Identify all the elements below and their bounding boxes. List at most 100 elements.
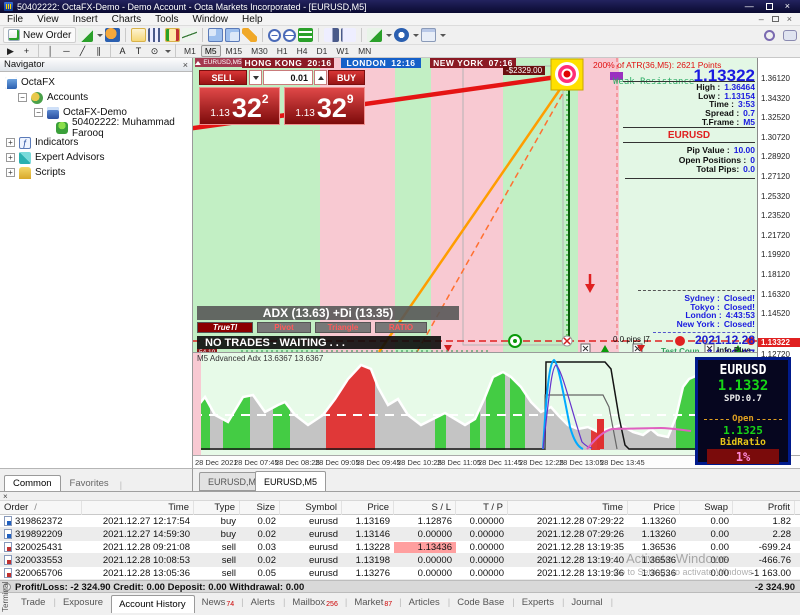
data-window-icon[interactable] — [242, 28, 258, 42]
timeframe-d1[interactable]: D1 — [312, 45, 331, 57]
periods-icon[interactable] — [394, 28, 410, 42]
main-chart[interactable]: EURUSD,M5 HONG KONG 20:16 LONDON 12:16 NEW… — [193, 58, 757, 352]
tab-trade[interactable]: Trade — [14, 594, 53, 611]
tree-item-account-50402222[interactable]: 50402222: Muhammad Farooq — [0, 117, 192, 139]
collapse-expander-icon[interactable]: − — [34, 108, 43, 117]
timeframe-h1[interactable]: H1 — [273, 45, 292, 57]
tab-alerts[interactable]: Alerts — [244, 594, 283, 611]
vline-tool[interactable]: │ — [43, 45, 58, 57]
templates-caret-icon[interactable] — [440, 33, 447, 37]
collapse-expander-icon[interactable]: − — [18, 93, 27, 102]
tab-code-base[interactable]: Code Base — [450, 594, 512, 611]
buy-button[interactable]: BUY — [328, 70, 365, 85]
navigator-tab-common[interactable]: Common — [4, 475, 61, 491]
menu-help[interactable]: Help — [235, 13, 270, 26]
truetl-button[interactable]: TrueTl — [197, 322, 253, 333]
new-chart-icon[interactable] — [78, 28, 94, 42]
expand-expander-icon[interactable]: + — [6, 168, 15, 177]
shapes-caret-icon[interactable] — [165, 49, 171, 53]
templates-icon[interactable] — [421, 28, 437, 42]
table-row[interactable]: 319862372 2021.12.27 12:17:54 buy 0.02 e… — [0, 515, 800, 528]
chart-symbol-mini-tab[interactable]: EURUSD,M5 — [195, 58, 242, 67]
tree-item-scripts[interactable]: + Scripts — [0, 165, 192, 180]
terminal-close-icon[interactable]: × — [3, 492, 8, 501]
ratio-button[interactable]: RATIO — [375, 322, 427, 333]
terminal-splitter[interactable]: × — [0, 492, 800, 501]
menu-charts[interactable]: Charts — [105, 13, 148, 26]
close-button[interactable]: × — [785, 2, 790, 11]
table-row[interactable]: 319892209 2021.12.27 14:59:30 buy 0.02 e… — [0, 528, 800, 541]
child-close-button[interactable]: × — [787, 14, 792, 24]
search-icon[interactable] — [764, 29, 775, 41]
timeframe-m1[interactable]: M1 — [180, 45, 200, 57]
tree-item-octafx[interactable]: OctaFX — [0, 75, 192, 90]
tab-experts[interactable]: Experts — [515, 594, 562, 611]
market-watch-grid-icon[interactable] — [298, 28, 314, 42]
volume-up-button[interactable] — [314, 70, 327, 85]
tab-market[interactable]: Market 87 — [347, 594, 399, 611]
timeframe-m15[interactable]: M15 — [222, 45, 247, 57]
periods-caret-icon[interactable] — [413, 33, 420, 37]
tab-account-history[interactable]: Account History — [111, 594, 195, 613]
tile-windows-icon[interactable] — [208, 28, 224, 42]
zoom-out-icon[interactable] — [283, 28, 297, 42]
hline-tool[interactable]: ─ — [59, 45, 74, 57]
line-chart-icon[interactable] — [182, 28, 198, 42]
indicators-icon[interactable] — [367, 28, 383, 42]
navigator-close-icon[interactable]: × — [183, 60, 188, 70]
tab-exposure[interactable]: Exposure — [56, 594, 111, 611]
tree-item-expert-advisors[interactable]: + Expert Advisors — [0, 150, 192, 165]
expand-expander-icon[interactable]: + — [6, 138, 15, 147]
sub-band-pink — [193, 353, 201, 455]
menu-file[interactable]: File — [0, 13, 30, 26]
timeframe-w1[interactable]: W1 — [332, 45, 353, 57]
shapes-tool[interactable]: ⊙ — [147, 45, 162, 57]
candlestick-chart-icon[interactable] — [165, 28, 181, 42]
timeframe-mn[interactable]: MN — [354, 45, 375, 57]
indicators-caret-icon[interactable] — [386, 33, 393, 37]
navigator-tab-favorites[interactable]: Favorites — [61, 475, 118, 491]
pivot-button[interactable]: Pivot — [257, 322, 311, 333]
profiles-icon[interactable] — [105, 28, 121, 42]
chart-tab-eurusd-2[interactable]: EURUSD,M5 — [255, 471, 327, 492]
tree-item-accounts[interactable]: − Accounts — [0, 90, 192, 105]
timeframe-m30[interactable]: M30 — [247, 45, 272, 57]
timeframe-m5[interactable]: M5 — [200, 45, 221, 57]
sell-button[interactable]: SELL — [199, 70, 247, 85]
tab-news[interactable]: News 74 — [195, 594, 242, 611]
minimize-button[interactable]: — — [745, 2, 754, 11]
tab-journal[interactable]: Journal — [564, 594, 610, 611]
crosshair-tool[interactable]: + — [19, 45, 34, 57]
indicator-subwindow[interactable]: M5 Advanced Adx 13.6367 13.6367 — [193, 352, 757, 455]
chart-shift-icon[interactable] — [341, 28, 357, 42]
volume-down-button[interactable] — [249, 70, 262, 85]
trendline-tool[interactable]: ╱ — [75, 45, 90, 57]
triangle-button[interactable]: Triangle — [315, 322, 371, 333]
timeframe-h4[interactable]: H4 — [293, 45, 312, 57]
new-chart-caret-icon[interactable] — [97, 33, 104, 37]
label-tool[interactable]: T — [131, 45, 146, 57]
zoom-in-icon[interactable] — [268, 28, 282, 42]
buy-price-display[interactable]: 1.13 32 9 — [284, 87, 365, 125]
bar-chart-icon[interactable] — [148, 28, 164, 42]
child-minimize-button[interactable]: – — [759, 14, 764, 24]
cascade-windows-icon[interactable] — [225, 28, 241, 42]
menu-insert[interactable]: Insert — [66, 13, 105, 26]
tab-articles[interactable]: Articles — [402, 594, 448, 611]
auto-scroll-icon[interactable] — [324, 28, 340, 42]
volume-input[interactable]: 0.01 — [263, 70, 313, 85]
cursor-tool[interactable]: ▶ — [3, 45, 18, 57]
menu-tools[interactable]: Tools — [148, 13, 185, 26]
child-restore-button[interactable] — [771, 16, 779, 22]
menu-view[interactable]: View — [30, 13, 66, 26]
text-tool[interactable]: A — [115, 45, 130, 57]
sell-price-display[interactable]: 1.13 32 2 — [199, 87, 280, 125]
tick-chart-icon[interactable] — [131, 28, 147, 42]
menu-window[interactable]: Window — [185, 13, 235, 26]
tab-mailbox[interactable]: Mailbox 256 — [285, 594, 344, 611]
chat-icon[interactable] — [783, 29, 797, 41]
channel-tool[interactable]: ∥ — [91, 45, 106, 57]
new-order-button[interactable]: New Order — [3, 27, 77, 43]
maximize-button[interactable] — [765, 3, 773, 10]
expand-expander-icon[interactable]: + — [6, 153, 15, 162]
